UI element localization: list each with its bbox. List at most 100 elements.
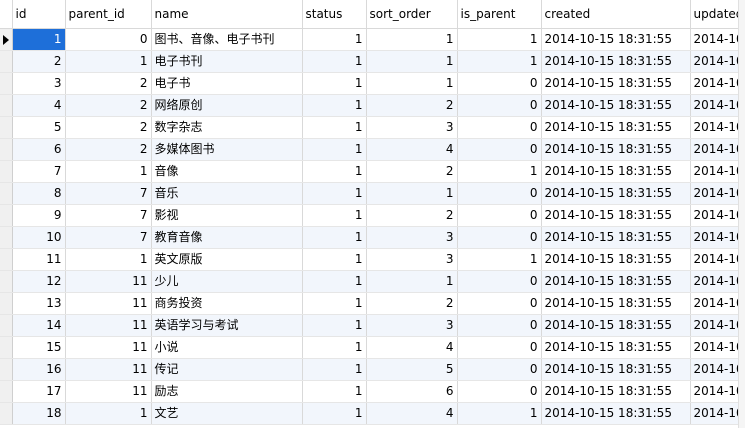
cell-is-parent[interactable]: 1 bbox=[457, 248, 542, 271]
table-row[interactable]: 13 11 商务投资 1 2 0 2014-10-15 18:31:55 2014-10- bbox=[0, 292, 745, 315]
cell-status[interactable]: 1 bbox=[302, 94, 367, 117]
cell-id[interactable]: 18 bbox=[12, 402, 66, 425]
cell-id[interactable]: 5 bbox=[12, 116, 66, 139]
cell-parent-id[interactable]: 2 bbox=[65, 138, 152, 161]
cell-parent-id[interactable]: 11 bbox=[65, 314, 152, 337]
row-indicator[interactable] bbox=[0, 72, 13, 95]
cell-sort-order[interactable]: 3 bbox=[366, 248, 458, 271]
cell-is-parent[interactable]: 0 bbox=[457, 292, 542, 315]
table-row[interactable]: 17 11 励志 1 6 0 2014-10-15 18:31:55 2014-10- bbox=[0, 380, 745, 403]
cell-updated[interactable]: 2014-10- bbox=[690, 270, 745, 293]
cell-created[interactable]: 2014-10-15 18:31:55 bbox=[541, 314, 691, 337]
column-header-is-parent[interactable]: is_parent bbox=[457, 0, 542, 29]
cell-parent-id[interactable]: 1 bbox=[65, 50, 152, 73]
cell-sort-order[interactable]: 2 bbox=[366, 160, 458, 183]
column-header-parent-id[interactable]: parent_id bbox=[65, 0, 152, 29]
table-row[interactable]: 18 1 文艺 1 4 1 2014-10-15 18:31:55 2014-10- bbox=[0, 402, 745, 425]
table-row[interactable]: 4 2 网络原创 1 2 0 2014-10-15 18:31:55 2014-10- bbox=[0, 94, 745, 117]
cell-id[interactable]: 3 bbox=[12, 72, 66, 95]
cell-name[interactable]: 传记 bbox=[151, 358, 303, 381]
cell-is-parent[interactable]: 0 bbox=[457, 270, 542, 293]
cell-is-parent[interactable]: 1 bbox=[457, 402, 542, 425]
cell-is-parent[interactable]: 0 bbox=[457, 358, 542, 381]
row-indicator[interactable] bbox=[0, 94, 13, 117]
table-row[interactable]: 8 7 音乐 1 1 0 2014-10-15 18:31:55 2014-10- bbox=[0, 182, 745, 205]
row-indicator[interactable] bbox=[0, 336, 13, 359]
cell-is-parent[interactable]: 0 bbox=[457, 138, 542, 161]
cell-id[interactable]: 11 bbox=[12, 248, 66, 271]
cell-created[interactable]: 2014-10-15 18:31:55 bbox=[541, 270, 691, 293]
cell-id[interactable]: 7 bbox=[12, 160, 66, 183]
table-row[interactable]: 6 2 多媒体图书 1 4 0 2014-10-15 18:31:55 2014-10- bbox=[0, 138, 745, 161]
vertical-scrollbar[interactable] bbox=[738, 0, 745, 428]
cell-parent-id[interactable]: 11 bbox=[65, 270, 152, 293]
cell-sort-order[interactable]: 4 bbox=[366, 402, 458, 425]
cell-is-parent[interactable]: 0 bbox=[457, 226, 542, 249]
cell-sort-order[interactable]: 1 bbox=[366, 72, 458, 95]
cell-updated[interactable]: 2014-10- bbox=[690, 138, 745, 161]
cell-created[interactable]: 2014-10-15 18:31:55 bbox=[541, 292, 691, 315]
cell-status[interactable]: 1 bbox=[302, 138, 367, 161]
cell-created[interactable]: 2014-10-15 18:31:55 bbox=[541, 226, 691, 249]
cell-parent-id[interactable]: 1 bbox=[65, 248, 152, 271]
table-row[interactable]: 3 2 电子书 1 1 0 2014-10-15 18:31:55 2014-10- bbox=[0, 72, 745, 95]
table-row[interactable]: 1 0 图书、音像、电子书刊 1 1 1 2014-10-15 18:31:55 2014-1… bbox=[0, 28, 745, 51]
column-header-status[interactable]: status bbox=[302, 0, 367, 29]
table-row[interactable]: 12 11 少儿 1 1 0 2014-10-15 18:31:55 2014-10- bbox=[0, 270, 745, 293]
cell-is-parent[interactable]: 1 bbox=[457, 28, 542, 51]
cell-status[interactable]: 1 bbox=[302, 50, 367, 73]
cell-sort-order[interactable]: 4 bbox=[366, 138, 458, 161]
cell-created[interactable]: 2014-10-15 18:31:55 bbox=[541, 94, 691, 117]
table-row[interactable]: 9 7 影视 1 2 0 2014-10-15 18:31:55 2014-10- bbox=[0, 204, 745, 227]
cell-sort-order[interactable]: 1 bbox=[366, 50, 458, 73]
row-indicator[interactable] bbox=[0, 226, 13, 249]
cell-updated[interactable]: 2014-10- bbox=[690, 28, 745, 51]
cell-updated[interactable]: 2014-10- bbox=[690, 380, 745, 403]
cell-is-parent[interactable]: 0 bbox=[457, 72, 542, 95]
cell-is-parent[interactable]: 0 bbox=[457, 116, 542, 139]
table-row[interactable]: 5 2 数字杂志 1 3 0 2014-10-15 18:31:55 2014-10- bbox=[0, 116, 745, 139]
cell-sort-order[interactable]: 2 bbox=[366, 94, 458, 117]
row-indicator[interactable] bbox=[0, 248, 13, 271]
cell-name[interactable]: 多媒体图书 bbox=[151, 138, 303, 161]
cell-id[interactable]: 12 bbox=[12, 270, 66, 293]
cell-name[interactable]: 英文原版 bbox=[151, 248, 303, 271]
cell-is-parent[interactable]: 0 bbox=[457, 204, 542, 227]
table-row[interactable]: 15 11 小说 1 4 0 2014-10-15 18:31:55 2014-10- bbox=[0, 336, 745, 359]
cell-created[interactable]: 2014-10-15 18:31:55 bbox=[541, 138, 691, 161]
cell-name[interactable]: 商务投资 bbox=[151, 292, 303, 315]
cell-id[interactable]: 15 bbox=[12, 336, 66, 359]
cell-sort-order[interactable]: 1 bbox=[366, 28, 458, 51]
cell-name[interactable]: 小说 bbox=[151, 336, 303, 359]
cell-id[interactable]: 13 bbox=[12, 292, 66, 315]
cell-is-parent[interactable]: 0 bbox=[457, 94, 542, 117]
cell-updated[interactable]: 2014-10- bbox=[690, 314, 745, 337]
row-indicator[interactable] bbox=[0, 380, 13, 403]
cell-sort-order[interactable]: 2 bbox=[366, 292, 458, 315]
cell-created[interactable]: 2014-10-15 18:31:55 bbox=[541, 402, 691, 425]
cell-parent-id[interactable]: 7 bbox=[65, 204, 152, 227]
cell-id[interactable]: 17 bbox=[12, 380, 66, 403]
cell-id[interactable]: 9 bbox=[12, 204, 66, 227]
column-header-name[interactable]: name bbox=[151, 0, 303, 29]
cell-parent-id[interactable]: 11 bbox=[65, 380, 152, 403]
column-header-id[interactable]: id bbox=[12, 0, 66, 29]
cell-id[interactable]: 14 bbox=[12, 314, 66, 337]
cell-name[interactable]: 影视 bbox=[151, 204, 303, 227]
cell-name[interactable]: 文艺 bbox=[151, 402, 303, 425]
cell-name[interactable]: 少儿 bbox=[151, 270, 303, 293]
row-indicator[interactable] bbox=[0, 50, 13, 73]
column-header-updated[interactable]: updated bbox=[690, 0, 745, 29]
cell-is-parent[interactable]: 1 bbox=[457, 160, 542, 183]
table-row[interactable]: 16 11 传记 1 5 0 2014-10-15 18:31:55 2014-10- bbox=[0, 358, 745, 381]
row-indicator[interactable] bbox=[0, 292, 13, 315]
cell-name[interactable]: 数字杂志 bbox=[151, 116, 303, 139]
cell-parent-id[interactable]: 0 bbox=[65, 28, 152, 51]
cell-created[interactable]: 2014-10-15 18:31:55 bbox=[541, 28, 691, 51]
cell-parent-id[interactable]: 1 bbox=[65, 160, 152, 183]
cell-sort-order[interactable]: 1 bbox=[366, 182, 458, 205]
cell-status[interactable]: 1 bbox=[302, 182, 367, 205]
row-indicator[interactable] bbox=[0, 116, 13, 139]
cell-created[interactable]: 2014-10-15 18:31:55 bbox=[541, 358, 691, 381]
cell-updated[interactable]: 2014-10- bbox=[690, 336, 745, 359]
